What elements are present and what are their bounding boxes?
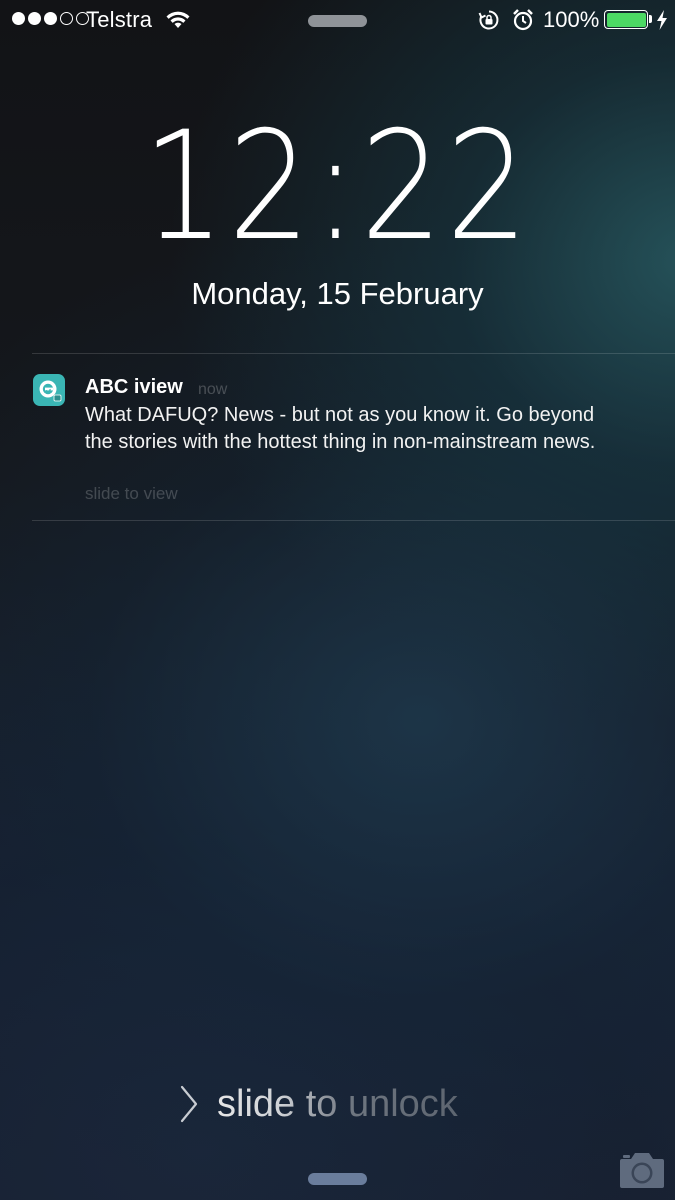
bolt-icon bbox=[657, 10, 667, 30]
battery-icon bbox=[604, 10, 648, 29]
date-label: Monday, 15 February bbox=[191, 276, 484, 311]
battery-percentage: 100% bbox=[543, 7, 600, 32]
battery-cap bbox=[649, 15, 652, 23]
notification-app-name: ABC iview bbox=[85, 376, 183, 398]
camera-icon[interactable] bbox=[618, 1150, 666, 1190]
clock-time-text: 12:22 bbox=[143, 100, 532, 274]
carrier-name: Telstra bbox=[86, 7, 153, 32]
cellular-signal-indicator bbox=[12, 12, 89, 25]
notification-time: now bbox=[198, 381, 228, 398]
bottom-handle[interactable] bbox=[308, 1173, 367, 1185]
signal-dot bbox=[28, 12, 41, 25]
signal-dot bbox=[44, 12, 57, 25]
signal-dot bbox=[12, 12, 25, 25]
status-bar: Telstra 100% bbox=[0, 0, 675, 40]
notification-divider-bottom bbox=[32, 520, 675, 521]
notification-action-hint: slide to view bbox=[85, 484, 178, 503]
notification-message: What DAFUQ? News - but not as you know i… bbox=[85, 404, 596, 453]
chevron-right-icon bbox=[180, 1085, 198, 1123]
clock-time: 12:22 bbox=[0, 112, 675, 262]
rotation-lock-icon bbox=[478, 10, 499, 30]
abc-iview-app-icon bbox=[33, 374, 65, 406]
top-handle[interactable] bbox=[308, 15, 367, 27]
lock-screen: Telstra 100% 12:22 Monday, 15 February A… bbox=[0, 0, 675, 1200]
notification-card[interactable]: ABC iview now What DAFUQ? News - but not… bbox=[0, 354, 675, 520]
alarm-icon bbox=[513, 9, 533, 31]
slide-to-unlock-label: slide to unlock bbox=[217, 1083, 458, 1125]
abc-iview-logo-icon bbox=[39, 380, 62, 402]
battery-level-fill bbox=[606, 12, 646, 27]
wifi-icon bbox=[166, 11, 190, 28]
signal-dot bbox=[60, 12, 73, 25]
